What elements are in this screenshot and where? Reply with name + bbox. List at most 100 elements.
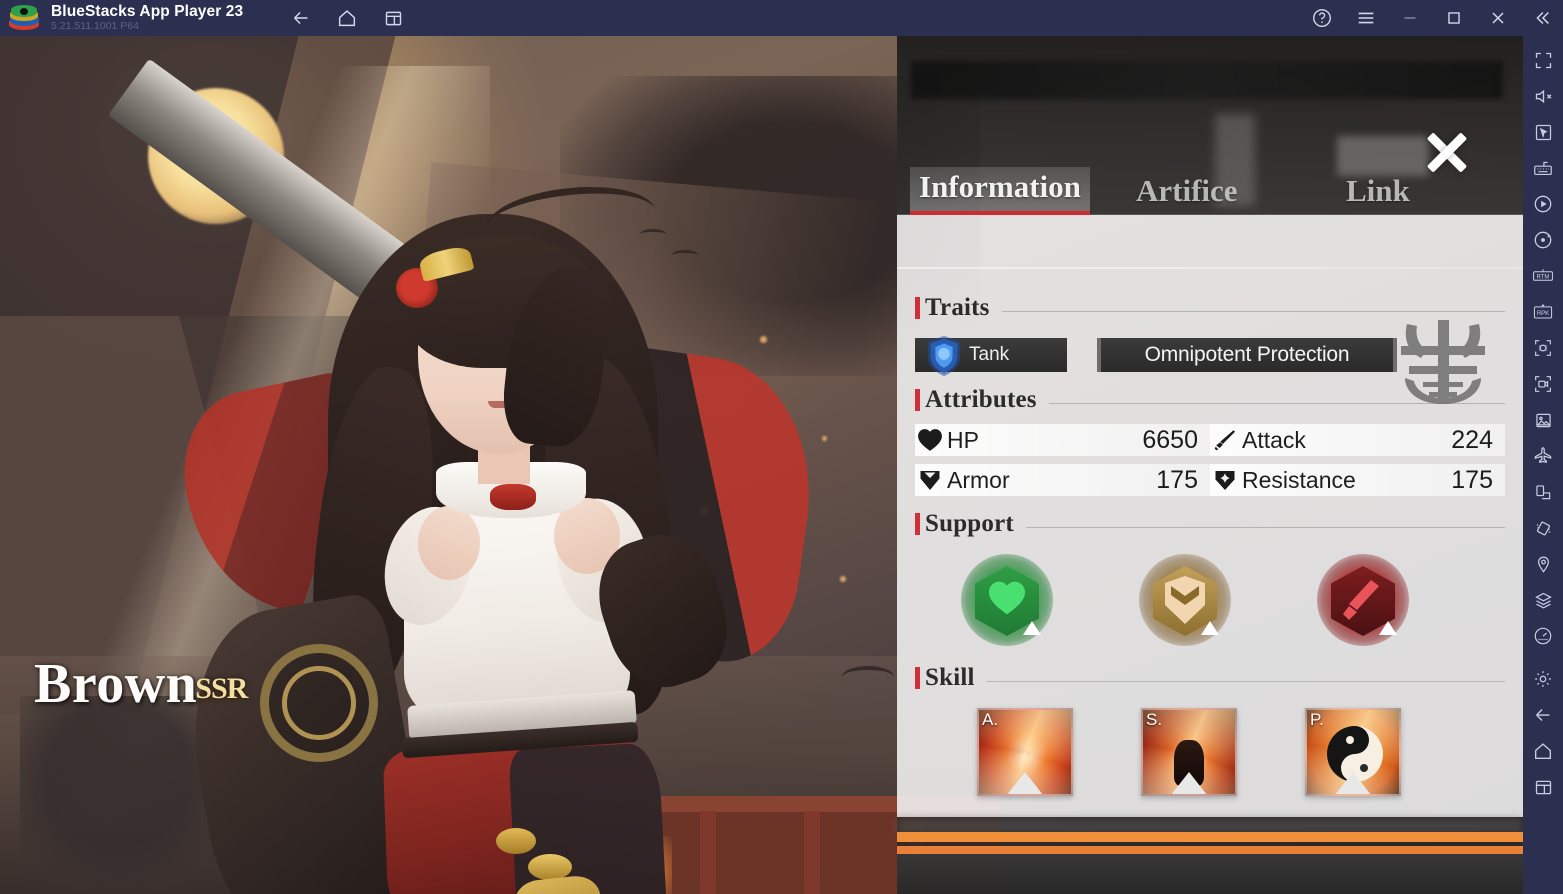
skill-special-label: S. <box>1146 710 1163 729</box>
skill-level-arrow <box>1331 772 1375 794</box>
skill-passive-icon[interactable]: P. <box>1305 708 1401 796</box>
skill-special-icon[interactable]: S. <box>1141 708 1237 796</box>
support-title: Support <box>925 510 1014 537</box>
keyboard-controls-icon[interactable] <box>1526 150 1560 186</box>
sidebar-divider <box>1523 654 1563 661</box>
sidebar-back-icon[interactable] <box>1526 697 1560 733</box>
panel-body: Traits Tank Omnipotent Protection Attrib… <box>897 272 1523 827</box>
tab-underline <box>897 267 1523 269</box>
macro-recorder-icon[interactable] <box>1526 186 1560 222</box>
attributes-row: HP 6650 Attack 224 <box>915 420 1505 460</box>
traits-title: Traits <box>925 294 990 321</box>
support-section-header: Support <box>915 510 1505 538</box>
rotate-icon[interactable] <box>1526 222 1560 258</box>
home-icon[interactable] <box>335 6 359 30</box>
attributes-grid: HP 6650 Attack 224 Armor 175 Resistance … <box>915 420 1505 500</box>
tab-artifice[interactable]: Artifice <box>1127 171 1247 215</box>
app-title: BlueStacks App Player 23 <box>51 3 244 20</box>
cursor-shooting-mode-icon[interactable] <box>1526 114 1560 150</box>
yin-yang-dot <box>1346 736 1354 744</box>
heart-icon <box>915 425 945 455</box>
sidebar-recent-apps-icon[interactable] <box>1526 769 1560 805</box>
trait-passive-label: Omnipotent Protection <box>1144 343 1350 366</box>
collapse-sidebar-icon[interactable] <box>1529 5 1555 31</box>
attribute-resistance-label: Resistance <box>1242 466 1356 493</box>
help-icon[interactable] <box>1309 5 1335 31</box>
weapon-inner-ring <box>282 666 356 740</box>
app-version: 5.21.511.1001 P64 <box>51 20 139 32</box>
skill-level-arrow <box>1167 772 1211 794</box>
close-icon[interactable] <box>1485 5 1511 31</box>
performance-icon[interactable] <box>1526 618 1560 654</box>
close-panel-button[interactable] <box>1419 124 1475 180</box>
skill-title: Skill <box>925 664 975 691</box>
support-attack-icon[interactable] <box>1317 554 1409 646</box>
window-title-bar: BlueStacks App Player 23 5.21.511.1001 P… <box>0 0 1563 36</box>
trait-passive-chip[interactable]: Omnipotent Protection <box>1097 338 1397 372</box>
settings-gear-icon[interactable] <box>1526 661 1560 697</box>
rtm-mode-icon[interactable]: RTM <box>1526 258 1560 294</box>
support-heal-icon[interactable] <box>961 554 1053 646</box>
multi-window-icon[interactable] <box>1526 474 1560 510</box>
attribute-armor-label: Armor <box>947 466 1010 493</box>
gold-ornament <box>496 828 536 854</box>
bluestacks-logo-icon <box>9 5 39 31</box>
titlebar-nav-group <box>289 6 405 30</box>
minimize-icon[interactable] <box>1397 5 1423 31</box>
trait-role-chip[interactable]: Tank <box>915 335 1067 377</box>
shake-icon[interactable] <box>1526 510 1560 546</box>
attribute-hp-value: 6650 <box>1142 425 1198 454</box>
skill-active-icon[interactable]: A. <box>977 708 1073 796</box>
fullscreen-icon[interactable] <box>1526 42 1560 78</box>
attributes-title: Attributes <box>925 386 1037 413</box>
bird-silhouette <box>842 666 894 688</box>
support-slots <box>915 552 1505 648</box>
shield-icon <box>927 335 961 377</box>
title-text-block: BlueStacks App Player 23 5.21.511.1001 P… <box>51 3 243 33</box>
attribute-resistance: Resistance 175 <box>1210 464 1505 496</box>
tab-information[interactable]: Information <box>910 167 1090 215</box>
skill-passive-label: P. <box>1310 710 1324 729</box>
skill-slots: A. S. P. <box>915 708 1505 796</box>
mute-icon[interactable] <box>1526 78 1560 114</box>
section-rule <box>986 680 1505 682</box>
bottom-accent-bar-secondary <box>897 846 1523 854</box>
media-manager-icon[interactable] <box>1526 402 1560 438</box>
tab-link[interactable]: Link <box>1337 171 1419 215</box>
trait-role-label: Tank <box>969 344 1010 365</box>
game-viewport[interactable]: Brown SSR Information Artifice Link Trai… <box>0 36 1523 894</box>
bluestacks-window: BlueStacks App Player 23 5.21.511.1001 P… <box>0 0 1563 894</box>
menu-icon[interactable] <box>1353 5 1379 31</box>
support-defense-icon[interactable] <box>1139 554 1231 646</box>
screenshot-icon[interactable] <box>1526 330 1560 366</box>
attribute-armor-value: 175 <box>1156 465 1198 494</box>
attribute-hp: HP 6650 <box>915 424 1210 456</box>
back-icon[interactable] <box>289 6 313 30</box>
airplane-mode-icon[interactable] <box>1526 438 1560 474</box>
maximize-icon[interactable] <box>1441 5 1467 31</box>
layers-icon[interactable] <box>1526 582 1560 618</box>
ember-particle <box>760 336 767 343</box>
blurred-background-box <box>1337 136 1429 176</box>
sidebar-home-icon[interactable] <box>1526 733 1560 769</box>
multi-instance-icon[interactable] <box>381 6 405 30</box>
neck-bow <box>490 484 536 510</box>
attribute-armor: Armor 175 <box>915 464 1210 496</box>
shoulder-skin-left <box>418 506 480 580</box>
bluestacks-sidebar: RTM RPK <box>1523 36 1563 894</box>
section-rule <box>1001 310 1505 312</box>
location-icon[interactable] <box>1526 546 1560 582</box>
traits-row: Tank Omnipotent Protection <box>915 320 1505 404</box>
character-name: Brown <box>34 653 198 715</box>
chevron-shield-glyph-icon <box>1165 576 1205 624</box>
section-accent-bar <box>915 297 920 319</box>
yin-yang-dot <box>1360 764 1368 772</box>
attribute-attack-label: Attack <box>1242 426 1306 453</box>
railing-post <box>804 811 820 894</box>
skill-active-label: A. <box>982 710 999 729</box>
support-level-arrow <box>1023 621 1041 635</box>
rpk-icon[interactable]: RPK <box>1526 294 1560 330</box>
armor-icon <box>915 465 945 495</box>
record-video-icon[interactable] <box>1526 366 1560 402</box>
ember-particle <box>840 576 846 582</box>
